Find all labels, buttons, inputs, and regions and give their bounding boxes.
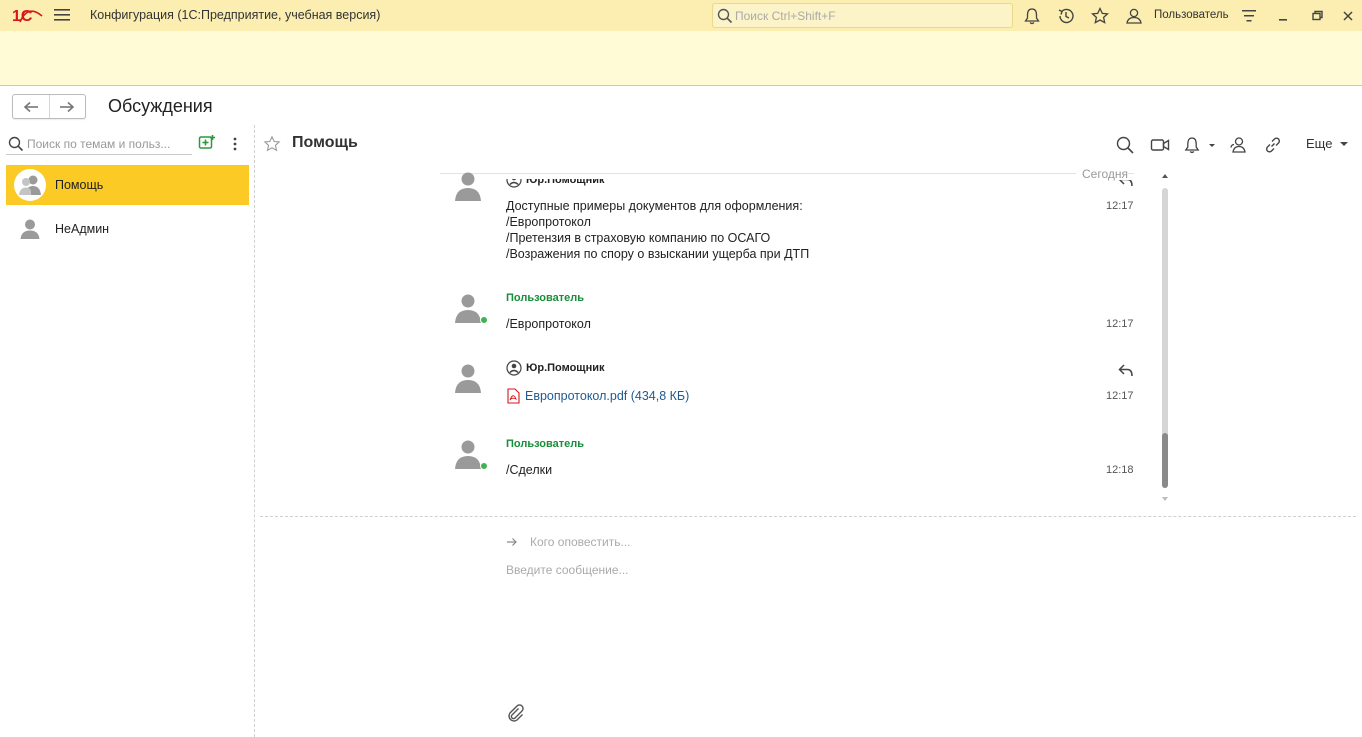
user-avatar-icon <box>455 364 481 393</box>
notifications-bell-icon[interactable] <box>1182 135 1202 155</box>
topic-search-input[interactable] <box>27 135 189 153</box>
favorite-star-icon[interactable] <box>263 135 281 153</box>
date-label: Сегодня <box>1076 167 1128 181</box>
message-scrollbar[interactable] <box>1159 168 1171 506</box>
members-icon[interactable] <box>1228 135 1248 155</box>
user-icon[interactable] <box>1124 6 1144 26</box>
settings-menu-icon[interactable] <box>1239 6 1259 26</box>
scroll-thumb[interactable] <box>1162 433 1168 488</box>
title-bar: 1С Конфигурация (1С:Предприятие, учебная… <box>0 0 1362 31</box>
page-title: Обсуждения <box>108 96 213 116</box>
back-button[interactable] <box>13 95 49 118</box>
message-input[interactable] <box>506 563 1162 689</box>
conversation-label: НеАдмин <box>55 222 110 236</box>
app-title: Конфигурация (1С:Предприятие, учебная ве… <box>90 8 381 22</box>
navigation-buttons <box>12 94 86 119</box>
minimize-icon[interactable] <box>1273 6 1293 26</box>
conversation-label: Помощь <box>55 178 104 192</box>
add-topic-icon[interactable] <box>198 134 216 152</box>
bot-avatar-icon <box>506 360 522 376</box>
file-attachment-link[interactable]: Европротокол.pdf (434,8 КБ) <box>506 388 689 404</box>
video-call-icon[interactable] <box>1150 135 1170 155</box>
close-icon[interactable] <box>1338 6 1358 26</box>
scroll-down-arrow-icon[interactable] <box>1161 495 1169 503</box>
date-separator: Сегодня <box>440 167 1134 181</box>
notify-recipients-row[interactable] <box>506 532 1162 552</box>
message-author[interactable]: Юр.Помощник <box>506 360 605 376</box>
scroll-up-arrow-icon[interactable] <box>1161 172 1169 180</box>
star-icon[interactable] <box>1090 6 1110 26</box>
menu-icon[interactable] <box>54 8 70 22</box>
message-time: 12:17 <box>1106 390 1134 402</box>
bot-avatar-icon <box>506 179 522 188</box>
back-arrow-icon <box>23 101 38 112</box>
group-avatar-icon <box>14 169 46 201</box>
conversation-item-neadmin[interactable]: НеАдмин <box>6 209 249 249</box>
chat-title: Помощь <box>292 134 358 151</box>
global-search[interactable] <box>712 3 1013 28</box>
message-author[interactable]: Юр.Помощник <box>506 179 605 188</box>
message-time: 12:17 <box>1106 200 1134 212</box>
conversations-panel: Помощь НеАдмин <box>0 125 255 737</box>
bell-icon[interactable] <box>1022 6 1042 26</box>
message-time: 12:17 <box>1106 318 1134 330</box>
chevron-down-icon[interactable] <box>1206 135 1218 155</box>
user-avatar-icon <box>14 213 46 245</box>
online-status-indicator <box>480 462 488 470</box>
notification-band <box>0 31 1362 86</box>
more-vert-icon[interactable] <box>227 135 243 153</box>
message-time: 12:18 <box>1106 464 1134 476</box>
history-icon[interactable] <box>1056 6 1076 26</box>
more-label: Еще <box>1306 136 1333 151</box>
reply-icon[interactable] <box>1118 364 1134 378</box>
search-icon <box>8 136 24 152</box>
conversation-item-help[interactable]: Помощь <box>6 165 249 205</box>
message-text: /Сделки <box>506 463 553 477</box>
user-avatar-icon <box>455 294 481 323</box>
user-avatar-icon <box>455 440 481 469</box>
link-icon[interactable] <box>1263 135 1283 155</box>
message-text: Доступные примеры документов для оформле… <box>506 199 810 261</box>
forward-button[interactable] <box>48 95 86 118</box>
message-author[interactable]: Пользователь <box>506 292 584 304</box>
search-icon <box>717 8 733 24</box>
forward-arrow-icon <box>60 101 75 112</box>
message-list: Сегодня Юр.Помощник Доступные примеры до… <box>440 166 1140 506</box>
chevron-down-icon <box>1340 141 1349 146</box>
compose-separator <box>260 516 1356 517</box>
current-user-name[interactable]: Пользователь <box>1154 9 1229 21</box>
search-icon[interactable] <box>1115 135 1135 155</box>
message-author[interactable]: Пользователь <box>506 438 584 450</box>
attach-icon[interactable] <box>507 704 525 722</box>
online-status-indicator <box>480 316 488 324</box>
arrow-right-icon <box>507 538 517 546</box>
more-button[interactable]: Еще <box>1306 136 1349 151</box>
user-avatar-icon <box>455 172 481 201</box>
restore-icon[interactable] <box>1307 6 1327 26</box>
notify-recipients-input[interactable] <box>530 535 1130 549</box>
topic-search[interactable] <box>6 133 192 155</box>
1c-logo-icon[interactable]: 1С <box>12 6 44 24</box>
global-search-input[interactable] <box>735 6 1005 25</box>
message-text: /Европротокол <box>506 317 591 331</box>
pdf-icon <box>507 388 520 404</box>
